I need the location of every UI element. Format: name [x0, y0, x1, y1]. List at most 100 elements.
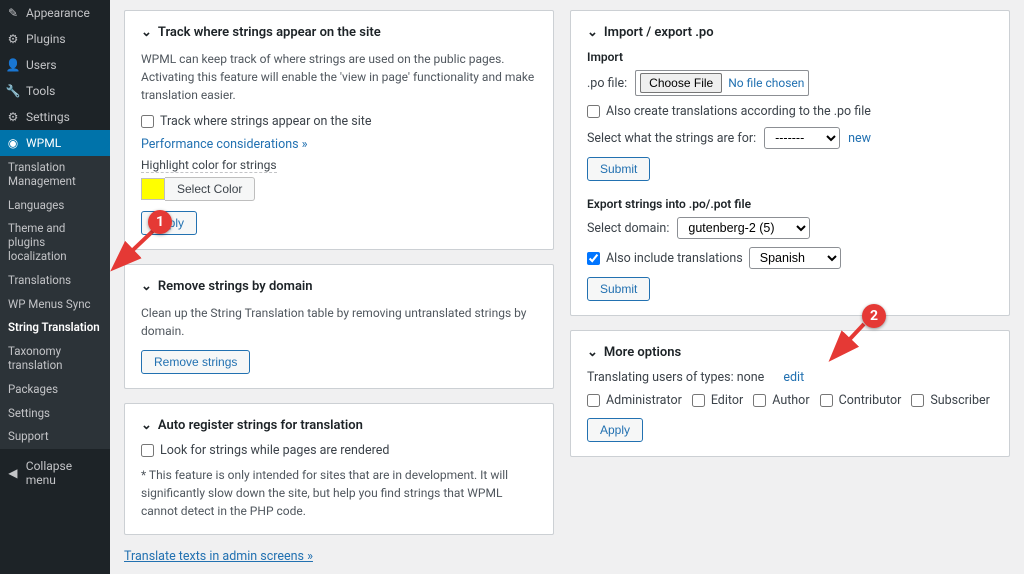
sidebar-label: WPML: [26, 136, 61, 150]
no-file-label: No file chosen: [728, 76, 804, 90]
chevron-down-icon: ⌄: [141, 418, 152, 433]
lang-dropdown[interactable]: Spanish: [749, 247, 841, 269]
users-icon: 👤: [6, 58, 20, 72]
perf-link[interactable]: Performance considerations »: [141, 137, 308, 152]
main-content: ⌄Track where strings appear on the site …: [110, 0, 1024, 574]
submenu-item-translation-management[interactable]: Translation Management: [0, 156, 110, 194]
role-checkbox-contributor[interactable]: [820, 394, 833, 407]
sidebar-item-settings[interactable]: ⚙ Settings: [0, 104, 110, 130]
settings-icon: ⚙: [6, 110, 20, 124]
role-editor[interactable]: Editor: [692, 393, 743, 408]
submit-export-button[interactable]: Submit: [587, 277, 650, 301]
role-label: Subscriber: [930, 393, 990, 408]
role-label: Author: [772, 393, 809, 408]
auto-checkbox-row[interactable]: Look for strings while pages are rendere…: [141, 443, 537, 458]
submenu-item-theme-and-plugins-localization[interactable]: Theme and plugins localization: [0, 217, 110, 268]
select-domain-dropdown[interactable]: gutenberg-2 (5): [677, 217, 810, 239]
track-strings-box: ⌄Track where strings appear on the site …: [124, 10, 554, 250]
admin-sidebar: ✎ Appearance ⚙Plugins 👤 Users 🔧 Tools ⚙ Settings…: [0, 0, 110, 574]
collapse-menu[interactable]: ◀ Collapse menu: [0, 453, 110, 493]
plugins-icon: ⚙: [6, 32, 20, 46]
more-options-box: ⌄More options Translating users of types…: [570, 330, 1010, 457]
collapse-label: Collapse menu: [26, 459, 104, 487]
footer-link[interactable]: Translate texts in admin screens »: [124, 549, 313, 564]
submenu-item-languages[interactable]: Languages: [0, 194, 110, 218]
role-contributor[interactable]: Contributor: [820, 393, 902, 408]
role-checkbox-editor[interactable]: [692, 394, 705, 407]
sidebar-label: Settings: [26, 110, 70, 124]
export-section-label: Export strings into .po/.pot file: [587, 197, 993, 211]
chevron-down-icon: ⌄: [141, 279, 152, 294]
role-administrator[interactable]: Administrator: [587, 393, 682, 408]
marker-1: 1: [148, 210, 172, 234]
appearance-icon: ✎: [6, 6, 20, 20]
submenu-item-packages[interactable]: Packages: [0, 378, 110, 402]
role-subscriber[interactable]: Subscriber: [911, 393, 990, 408]
also-create-label: Also create translations according to th…: [606, 104, 871, 119]
auto-checkbox-label: Look for strings while pages are rendere…: [160, 443, 389, 458]
role-checkbox-administrator[interactable]: [587, 394, 600, 407]
sidebar-item-users[interactable]: 👤 Users: [0, 52, 110, 78]
track-checkbox-row[interactable]: Track where strings appear on the site: [141, 114, 537, 129]
box-title[interactable]: ⌄Track where strings appear on the site: [141, 25, 537, 40]
roles-row: Administrator Editor Author Contributor Subs…: [587, 393, 993, 408]
submenu-item-settings[interactable]: Settings: [0, 402, 110, 426]
marker-2: 2: [862, 304, 886, 328]
auto-note: * This feature is only intended for site…: [141, 466, 537, 520]
select-domain-label: Select domain:: [587, 221, 669, 236]
also-create-row[interactable]: Also create translations according to th…: [587, 104, 993, 119]
submenu-item-wp-menus-sync[interactable]: WP Menus Sync: [0, 293, 110, 317]
role-checkbox-subscriber[interactable]: [911, 394, 924, 407]
sidebar-label: Users: [26, 58, 57, 72]
also-include-row[interactable]: Also include translations Spanish: [587, 247, 993, 269]
chevron-down-icon: ⌄: [587, 25, 598, 40]
role-checkbox-author[interactable]: [753, 394, 766, 407]
role-author[interactable]: Author: [753, 393, 809, 408]
submit-import-button[interactable]: Submit: [587, 157, 650, 181]
remove-strings-button[interactable]: Remove strings: [141, 350, 250, 374]
sidebar-item-plugins[interactable]: ⚙Plugins: [0, 26, 110, 52]
choose-file-button[interactable]: Choose File: [640, 73, 722, 93]
submenu-item-taxonomy-translation[interactable]: Taxonomy translation: [0, 340, 110, 378]
new-link[interactable]: new: [848, 131, 871, 146]
also-include-checkbox[interactable]: [587, 252, 600, 265]
import-section-label: Import: [587, 50, 993, 64]
translating-label: Translating users of types: none: [587, 370, 764, 385]
submenu-item-translations[interactable]: Translations: [0, 269, 110, 293]
chevron-down-icon: ⌄: [587, 345, 598, 360]
collapse-icon: ◀: [6, 466, 20, 480]
tools-icon: 🔧: [6, 84, 20, 98]
select-what-dropdown[interactable]: -------: [764, 127, 840, 149]
submenu-item-support[interactable]: Support: [0, 425, 110, 449]
import-export-box: ⌄Import / export .po Import .po file: Ch…: [570, 10, 1010, 316]
wpml-submenu: Translation ManagementLanguagesTheme and…: [0, 156, 110, 449]
sidebar-item-tools[interactable]: 🔧 Tools: [0, 78, 110, 104]
select-color-button[interactable]: Select Color: [165, 177, 255, 201]
track-checkbox-label: Track where strings appear on the site: [160, 114, 371, 129]
also-include-label: Also include translations: [606, 251, 743, 266]
edit-link[interactable]: edit: [783, 370, 804, 385]
apply-more-button[interactable]: Apply: [587, 418, 643, 442]
select-what-label: Select what the strings are for:: [587, 131, 756, 146]
track-checkbox[interactable]: [141, 115, 154, 128]
remove-strings-box: ⌄Remove strings by domain Clean up the S…: [124, 264, 554, 389]
role-label: Administrator: [606, 393, 682, 408]
box-title[interactable]: ⌄Import / export .po: [587, 25, 993, 40]
wpml-icon: ◉: [6, 136, 20, 150]
chevron-down-icon: ⌄: [141, 25, 152, 40]
sidebar-item-wpml[interactable]: ◉ WPML: [0, 130, 110, 156]
track-desc: WPML can keep track of where strings are…: [141, 50, 537, 104]
role-label: Contributor: [839, 393, 902, 408]
sidebar-item-appearance[interactable]: ✎ Appearance: [0, 0, 110, 26]
box-title[interactable]: ⌄More options: [587, 345, 993, 360]
sidebar-label: Appearance: [26, 6, 90, 20]
auto-checkbox[interactable]: [141, 444, 154, 457]
box-title[interactable]: ⌄Remove strings by domain: [141, 279, 537, 294]
file-input-wrap: Choose File No file chosen: [635, 70, 809, 96]
box-title[interactable]: ⌄Auto register strings for translation: [141, 418, 537, 433]
sidebar-label: Tools: [26, 84, 55, 98]
also-create-checkbox[interactable]: [587, 105, 600, 118]
color-swatch: [141, 178, 165, 200]
remove-desc: Clean up the String Translation table by…: [141, 304, 537, 340]
submenu-item-string-translation[interactable]: String Translation: [0, 316, 110, 340]
